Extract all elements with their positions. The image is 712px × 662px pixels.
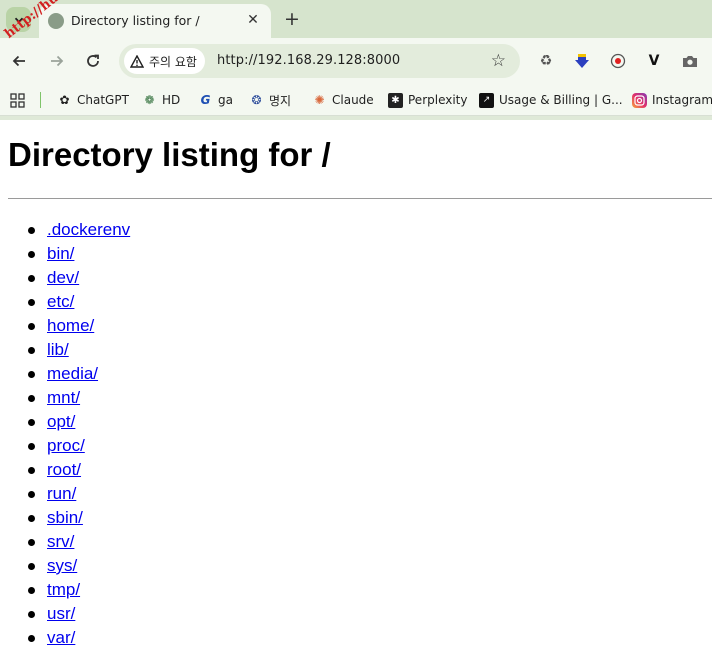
bookmark-label: ChatGPT xyxy=(77,93,129,107)
page-content: Directory listing for / .dockerenv bin/de… xyxy=(0,120,712,662)
list-item: .dockerenv xyxy=(8,218,130,242)
claude-icon: ✺ xyxy=(314,93,325,107)
bookmark-usage-billing[interactable]: ↗ Usage & Billing | G... xyxy=(479,91,623,109)
bookmarks-separator xyxy=(40,92,41,108)
camera-icon xyxy=(683,56,697,67)
bookmark-instagram[interactable]: Instagram xyxy=(632,91,712,109)
myongji-icon: ❂ xyxy=(251,93,262,107)
directory-entry-link[interactable]: proc/ xyxy=(47,436,85,455)
bookmark-label: 명지 xyxy=(269,93,292,108)
camera-outline-icon xyxy=(634,94,645,106)
apps-button[interactable] xyxy=(10,91,25,109)
tab-title: Directory listing for / xyxy=(71,13,200,28)
tab-strip: Directory listing for / ✕ + xyxy=(0,0,712,38)
usage-icon: ↗ xyxy=(479,92,494,108)
directory-entry-link[interactable]: etc/ xyxy=(47,292,74,311)
ga-icon: G xyxy=(200,93,211,107)
url-text[interactable]: http://192.168.29.128:8000 xyxy=(217,53,400,68)
directory-entry-link[interactable]: lib/ xyxy=(47,340,69,359)
arrow-right-icon xyxy=(51,55,64,67)
divider xyxy=(8,198,712,199)
list-item: dev/ xyxy=(8,266,130,290)
directory-entry-link[interactable]: sys/ xyxy=(47,556,77,575)
bookmark-hd[interactable]: ❁ HD xyxy=(142,91,180,109)
bookmark-label: Instagram xyxy=(652,93,712,107)
directory-entry-link[interactable]: root/ xyxy=(47,460,81,479)
reload-button[interactable] xyxy=(82,50,104,72)
security-chip[interactable]: 주의 요함 xyxy=(124,48,205,74)
bookmarks-bar: ✿ ChatGPT ❁ HD G ga ❂ 명지 ✺ Claude ✱ Perp… xyxy=(0,84,712,116)
list-item: mnt/ xyxy=(8,386,130,410)
tab-active[interactable]: Directory listing for / ✕ xyxy=(39,4,271,38)
directory-entry-link[interactable]: mnt/ xyxy=(47,388,80,407)
bookmark-label: Claude xyxy=(332,93,374,107)
warning-icon xyxy=(130,54,144,68)
new-tab-button[interactable]: + xyxy=(281,8,303,30)
bookmark-label: Usage & Billing | G... xyxy=(499,93,623,107)
toolbar: 주의 요함 http://192.168.29.128:8000 ☆ ♻ V xyxy=(0,38,712,84)
camera-extension-icon[interactable] xyxy=(680,51,700,71)
list-item: var/ xyxy=(8,626,130,650)
security-label: 주의 요함 xyxy=(149,54,197,69)
list-item: usr/ xyxy=(8,602,130,626)
instagram-icon xyxy=(632,92,647,108)
address-bar[interactable]: 주의 요함 http://192.168.29.128:8000 ☆ xyxy=(119,44,520,78)
bookmark-chatgpt[interactable]: ✿ ChatGPT xyxy=(57,91,129,109)
directory-entry-link[interactable]: sbin/ xyxy=(47,508,83,527)
list-item: etc/ xyxy=(8,290,130,314)
directory-entry-link[interactable]: .dockerenv xyxy=(47,220,130,239)
record-icon xyxy=(610,53,626,69)
directory-entry-link[interactable]: var/ xyxy=(47,628,75,647)
perplexity-icon: ✱ xyxy=(388,92,403,108)
page-title: Directory listing for / xyxy=(8,136,331,173)
list-item: home/ xyxy=(8,314,130,338)
bookmark-myongji[interactable]: ❂ 명지 xyxy=(249,91,291,109)
directory-entry-link[interactable]: srv/ xyxy=(47,532,74,551)
directory-entry-link[interactable]: home/ xyxy=(47,316,94,335)
down-arrow-icon xyxy=(575,54,589,68)
bookmark-star-icon[interactable]: ☆ xyxy=(491,51,506,71)
recycle-extension-icon[interactable]: ♻ xyxy=(536,51,556,71)
list-item: tmp/ xyxy=(8,578,130,602)
directory-entry-link[interactable]: usr/ xyxy=(47,604,75,623)
list-item: media/ xyxy=(8,362,130,386)
arrow-left-icon xyxy=(12,55,25,67)
bookmark-ga[interactable]: G ga xyxy=(198,91,233,109)
forward-button[interactable] xyxy=(46,50,68,72)
list-item: proc/ xyxy=(8,434,130,458)
directory-entry-link[interactable]: dev/ xyxy=(47,268,79,287)
list-item: srv/ xyxy=(8,530,130,554)
reload-icon xyxy=(87,54,99,67)
directory-entry-link[interactable]: opt/ xyxy=(47,412,75,431)
directory-entry-link[interactable]: run/ xyxy=(47,484,76,503)
download-extension-icon[interactable] xyxy=(572,51,592,71)
directory-entry-link[interactable]: tmp/ xyxy=(47,580,80,599)
record-extension-icon[interactable] xyxy=(608,51,628,71)
directory-entry-link[interactable]: bin/ xyxy=(47,244,74,263)
tab-close-icon[interactable]: ✕ xyxy=(243,10,263,30)
bookmark-label: ga xyxy=(218,93,233,107)
bookmark-label: Perplexity xyxy=(408,93,468,107)
list-item: lib/ xyxy=(8,338,130,362)
bookmark-label: HD xyxy=(162,93,181,107)
bookmark-perplexity[interactable]: ✱ Perplexity xyxy=(388,91,468,109)
directory-entry-link[interactable]: media/ xyxy=(47,364,98,383)
list-item: opt/ xyxy=(8,410,130,434)
bookmark-claude[interactable]: ✺ Claude xyxy=(312,91,374,109)
list-item: root/ xyxy=(8,458,130,482)
directory-list: .dockerenv bin/dev/etc/home/lib/media/mnt… xyxy=(8,218,130,650)
apps-grid-icon xyxy=(10,92,25,108)
page-favicon-icon xyxy=(48,13,64,29)
vivaldi-extension-icon[interactable]: V xyxy=(644,51,664,71)
back-button[interactable] xyxy=(8,50,30,72)
list-item: bin/ xyxy=(8,242,130,266)
list-item: sbin/ xyxy=(8,506,130,530)
list-item: run/ xyxy=(8,482,130,506)
list-item: sys/ xyxy=(8,554,130,578)
browser-chrome: Directory listing for / ✕ + 주의 요함 http:/… xyxy=(0,0,712,120)
chatgpt-icon: ✿ xyxy=(59,93,70,107)
hd-icon: ❁ xyxy=(144,93,155,107)
